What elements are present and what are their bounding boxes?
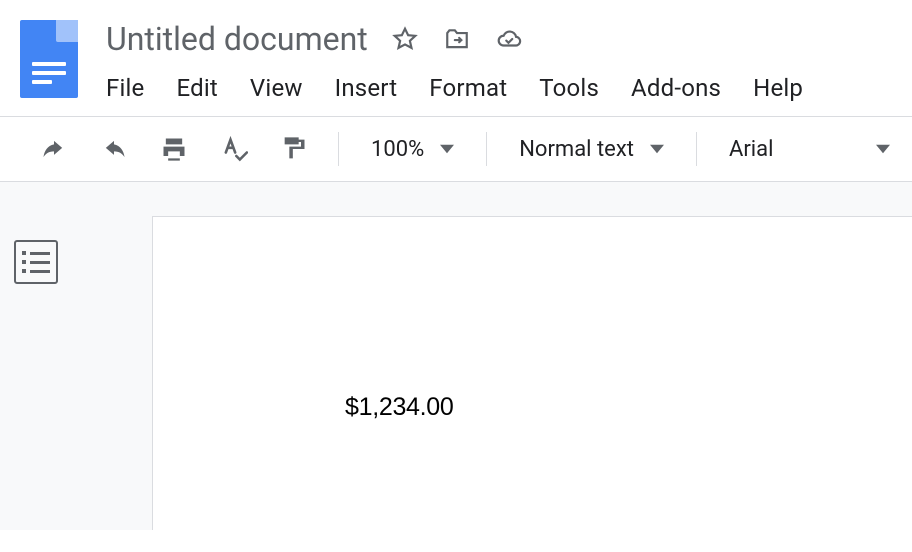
title-action-icons (392, 26, 522, 52)
toolbar: 100% Normal text Arial (0, 116, 912, 182)
left-rail (0, 182, 72, 530)
print-button[interactable] (156, 131, 192, 167)
paragraph-style-value: Normal text (519, 137, 634, 162)
spellcheck-button[interactable] (216, 131, 252, 167)
menu-bar: File Edit View Insert Format Tools Add-o… (106, 58, 896, 102)
menu-tools[interactable]: Tools (539, 74, 599, 102)
menu-addons[interactable]: Add-ons (631, 74, 721, 102)
document-body-text[interactable]: $1,234.00 (345, 393, 912, 422)
menu-view[interactable]: View (250, 74, 303, 102)
title-row: Untitled document (106, 12, 896, 58)
zoom-dropdown[interactable]: 100% (365, 137, 460, 162)
undo-button[interactable] (36, 131, 72, 167)
redo-button[interactable] (96, 131, 132, 167)
menu-insert[interactable]: Insert (335, 74, 398, 102)
menu-format[interactable]: Format (429, 74, 507, 102)
chevron-down-icon (876, 137, 890, 162)
chevron-down-icon (440, 137, 454, 162)
title-area: Untitled document (106, 12, 896, 102)
toolbar-separator (486, 132, 487, 166)
document-outline-button[interactable] (14, 240, 58, 284)
menu-help[interactable]: Help (753, 74, 803, 102)
toolbar-separator (338, 132, 339, 166)
docs-logo[interactable] (20, 20, 78, 98)
document-page[interactable]: $1,234.00 (152, 216, 912, 530)
menu-edit[interactable]: Edit (176, 74, 217, 102)
paint-format-button[interactable] (276, 131, 312, 167)
font-value: Arial (729, 137, 773, 162)
paragraph-style-dropdown[interactable]: Normal text (513, 137, 670, 162)
chevron-down-icon (650, 137, 664, 162)
move-icon[interactable] (444, 26, 470, 52)
editor-canvas: $1,234.00 (0, 182, 912, 530)
star-icon[interactable] (392, 26, 418, 52)
menu-file[interactable]: File (106, 74, 144, 102)
document-title[interactable]: Untitled document (106, 20, 368, 58)
font-dropdown[interactable]: Arial (723, 137, 896, 162)
cloud-status-icon[interactable] (496, 26, 522, 52)
toolbar-separator (696, 132, 697, 166)
zoom-value: 100% (371, 137, 424, 162)
header: Untitled document (0, 0, 912, 102)
